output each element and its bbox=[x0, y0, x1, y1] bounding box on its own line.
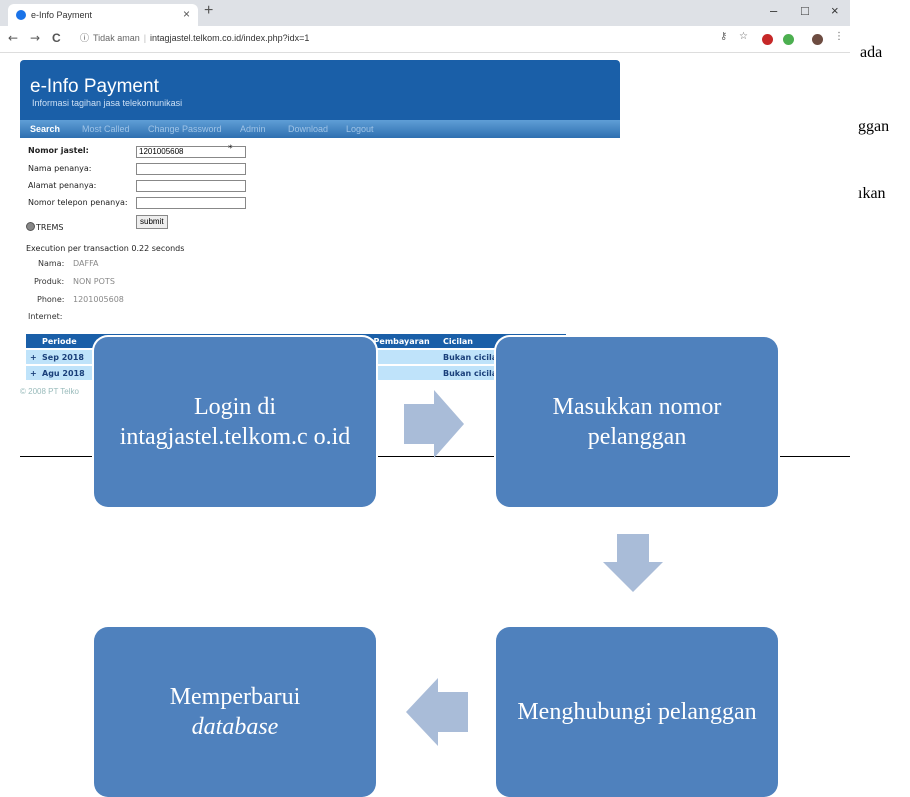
flow-step-update-db-line1: Memperbarui bbox=[169, 684, 301, 710]
extension-icon[interactable] bbox=[783, 34, 794, 45]
th-cicilan: Cicilan bbox=[443, 337, 473, 346]
flow-step-update-db-line2: database bbox=[191, 714, 279, 740]
key-icon[interactable]: ⚷ bbox=[720, 31, 727, 42]
arrow-left-icon bbox=[406, 678, 468, 746]
url-omnibox[interactable]: ⓘ Tidak aman | intagjastel.telkom.co.id/ind… bbox=[80, 31, 309, 44]
nama-penanya-label: Nama penanya: bbox=[28, 164, 92, 173]
expand-icon[interactable]: + bbox=[30, 369, 37, 378]
execution-time: Execution per transaction 0.22 seconds bbox=[26, 244, 185, 253]
maximize-button[interactable]: □ bbox=[801, 3, 809, 18]
nav-search[interactable]: Search bbox=[30, 124, 60, 134]
required-mark: * bbox=[228, 144, 233, 154]
site-title: e-Info Payment bbox=[30, 76, 159, 97]
submit-button[interactable]: submit bbox=[136, 215, 168, 229]
forward-icon[interactable]: → bbox=[30, 31, 40, 45]
th-periode: Periode bbox=[42, 337, 77, 346]
new-tab-button[interactable]: + bbox=[204, 2, 213, 20]
row-periode: Sep 2018 bbox=[42, 353, 84, 362]
reload-icon[interactable]: C bbox=[52, 31, 61, 45]
row-cicilan: Bukan cicila bbox=[443, 369, 498, 378]
phone-value: 1201005608 bbox=[73, 295, 124, 304]
trems-label: TREMS bbox=[36, 223, 64, 232]
close-window-button[interactable]: × bbox=[831, 3, 839, 18]
nav-change-password[interactable]: Change Password bbox=[148, 124, 222, 134]
address-bar: ← → C ⓘ Tidak aman | intagjastel.telkom.co.… bbox=[0, 26, 850, 53]
adblock-icon[interactable] bbox=[762, 34, 773, 45]
arrow-down-icon bbox=[603, 534, 663, 592]
row-periode: Agu 2018 bbox=[42, 369, 85, 378]
nav-download[interactable]: Download bbox=[288, 124, 328, 134]
th-pembayaran: i Pembayaran bbox=[368, 337, 430, 346]
doc-underline bbox=[778, 456, 850, 457]
expand-icon[interactable]: + bbox=[30, 353, 37, 362]
site-header: e-Info Payment Informasi tagihan jasa te… bbox=[20, 60, 620, 120]
arrow-right-icon bbox=[404, 390, 464, 458]
internet-key: Internet: bbox=[28, 312, 63, 321]
flow-step-contact-text: Menghubungi pelanggan bbox=[517, 699, 757, 725]
star-icon[interactable]: ☆ bbox=[739, 31, 748, 42]
site-subtitle: Informasi tagihan jasa telekomunikasi bbox=[32, 98, 183, 108]
favicon-icon bbox=[16, 10, 26, 20]
doc-underline bbox=[20, 456, 95, 457]
minimize-button[interactable]: – bbox=[770, 3, 777, 18]
trems-radio[interactable]: TREMS bbox=[26, 222, 63, 232]
tab-title: e-Info Payment bbox=[31, 10, 93, 20]
nama-key: Nama: bbox=[38, 259, 65, 268]
site-nav: Search Most Called Change Password Admin… bbox=[20, 120, 620, 138]
alamat-penanya-label: Alamat penanya: bbox=[28, 181, 97, 190]
flow-step-input-number-text: Masukkan nomor pelanggan bbox=[552, 394, 722, 450]
radio-dot-icon bbox=[26, 222, 35, 231]
alamat-penanya-input[interactable] bbox=[136, 180, 246, 192]
doc-fragment: ada bbox=[860, 44, 883, 61]
tab-strip: e-Info Payment × + – □ × bbox=[0, 0, 850, 26]
doc-fragment: ıkan bbox=[858, 185, 886, 202]
flow-step-login-text: Login di intagjastel.telkom.c o.id bbox=[119, 394, 351, 450]
flow-step-login: Login di intagjastel.telkom.c o.id bbox=[94, 337, 376, 507]
nav-logout[interactable]: Logout bbox=[346, 124, 374, 134]
flow-step-update-db: Memperbarui database bbox=[94, 627, 376, 797]
tab-close-icon[interactable]: × bbox=[183, 7, 190, 21]
produk-key: Produk: bbox=[34, 277, 65, 286]
nav-admin[interactable]: Admin bbox=[240, 124, 266, 134]
menu-icon[interactable]: ⋮ bbox=[834, 31, 844, 42]
back-icon[interactable]: ← bbox=[8, 31, 18, 45]
phone-key: Phone: bbox=[37, 295, 65, 304]
nomor-label: Nomor jastel: bbox=[28, 146, 89, 155]
nav-most-called[interactable]: Most Called bbox=[82, 124, 130, 134]
flow-step-contact: Menghubungi pelanggan bbox=[496, 627, 778, 797]
telepon-penanya-input[interactable] bbox=[136, 197, 246, 209]
omnibox-separator: | bbox=[143, 33, 147, 43]
telepon-penanya-label: Nomor telepon penanya: bbox=[28, 198, 128, 207]
doc-fragment: ggan bbox=[858, 118, 890, 135]
url-text[interactable]: intagjastel.telkom.co.id/index.php?idx=1 bbox=[150, 33, 309, 43]
info-icon[interactable]: ⓘ bbox=[80, 33, 89, 43]
row-cicilan: Bukan cicila bbox=[443, 353, 498, 362]
produk-value: NON POTS bbox=[73, 277, 115, 286]
browser-tab[interactable]: e-Info Payment × bbox=[8, 4, 198, 26]
avatar[interactable] bbox=[812, 34, 823, 45]
security-label: Tidak aman bbox=[93, 33, 140, 43]
nama-value: DAFFA bbox=[73, 259, 99, 268]
copyright: © 2008 PT Telko bbox=[20, 387, 79, 396]
flow-step-update-db-text: Memperbarui database bbox=[170, 682, 301, 742]
flow-step-input-number: Masukkan nomor pelanggan bbox=[496, 337, 778, 507]
nama-penanya-input[interactable] bbox=[136, 163, 246, 175]
